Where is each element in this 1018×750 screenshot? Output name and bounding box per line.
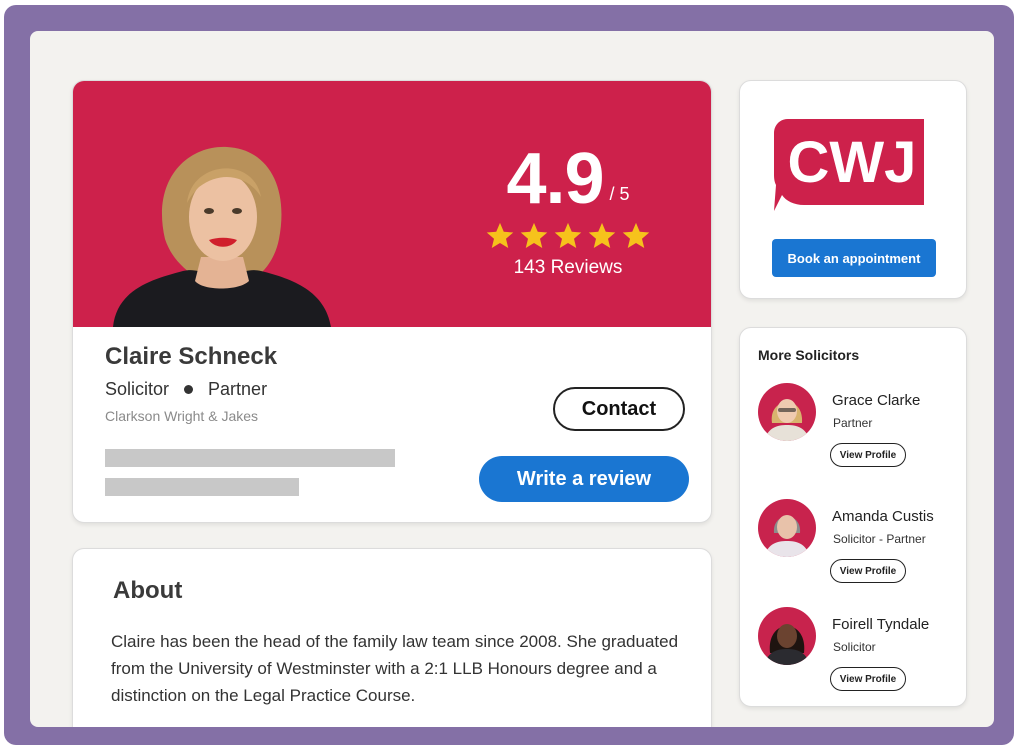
separator-dot <box>184 385 194 394</box>
solicitor-role: Solicitor - Partner <box>833 532 926 546</box>
star-icon <box>622 222 650 248</box>
placeholder-bar <box>105 478 299 496</box>
solicitor-position: Partner <box>208 379 268 399</box>
view-profile-button[interactable]: View Profile <box>830 559 906 583</box>
more-solicitors-title: More Solicitors <box>758 347 860 363</box>
rating-score: 4.9 <box>506 139 604 219</box>
star-icon <box>520 222 548 248</box>
book-appointment-button[interactable]: Book an appointment <box>772 239 936 277</box>
device-frame: 4.9 / 5 143 Reviews Claire Schneck Solic… <box>4 5 1014 745</box>
firm-name: Clarkson Wright & Jakes <box>105 408 259 424</box>
star-icon <box>486 222 514 248</box>
solicitor-list-item: Amanda Custis Solicitor - Partner View P… <box>758 499 958 599</box>
solicitor-name: Grace Clarke <box>832 392 921 409</box>
solicitor-list-item: Foirell Tyndale Solicitor View Profile <box>758 607 958 706</box>
star-icon <box>554 222 582 248</box>
avatar <box>758 499 816 557</box>
star-rating <box>473 221 663 251</box>
firm-logo-card: CWJ Book an appointment <box>739 80 967 299</box>
avatar <box>758 607 816 665</box>
rating-out-of: / 5 <box>609 184 630 204</box>
rating-block: 4.9 / 5 143 Reviews <box>473 143 663 279</box>
solicitor-role: Solicitor <box>833 640 876 654</box>
profile-photo <box>113 146 331 327</box>
placeholder-bar <box>105 449 395 467</box>
solicitor-roles: Solicitor Partner <box>105 379 267 400</box>
profile-hero: 4.9 / 5 143 Reviews <box>73 81 711 327</box>
solicitor-role: Solicitor <box>105 379 170 399</box>
solicitor-list-item: Grace Clarke Partner View Profile <box>758 383 958 483</box>
firm-logo: CWJ <box>774 119 924 211</box>
about-title: About <box>113 577 183 604</box>
view-profile-button[interactable]: View Profile <box>830 667 906 691</box>
solicitor-name: Foirell Tyndale <box>832 616 930 633</box>
write-review-button[interactable]: Write a review <box>479 456 689 502</box>
page-canvas: 4.9 / 5 143 Reviews Claire Schneck Solic… <box>30 31 994 727</box>
contact-button[interactable]: Contact <box>553 387 685 431</box>
solicitor-role: Partner <box>833 416 873 430</box>
firm-logo-text: CWJ <box>788 130 917 195</box>
about-text: Claire has been the head of the family l… <box>111 632 679 705</box>
about-card: About Claire has been the head of the fa… <box>72 548 712 727</box>
review-count: 143 Reviews <box>513 257 623 278</box>
view-profile-button[interactable]: View Profile <box>830 443 906 467</box>
avatar <box>758 383 816 441</box>
star-icon <box>588 222 616 248</box>
solicitor-name: Claire Schneck <box>105 343 278 370</box>
more-solicitors-card: More Solicitors Grace Clarke Partner Vie… <box>739 327 967 707</box>
profile-card: 4.9 / 5 143 Reviews Claire Schneck Solic… <box>72 80 712 523</box>
solicitor-name: Amanda Custis <box>832 508 934 525</box>
